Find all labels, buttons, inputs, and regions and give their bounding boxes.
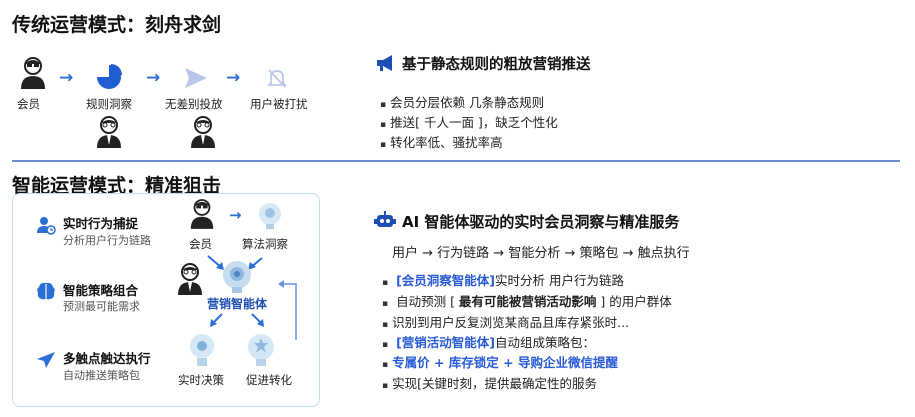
traditional-bullet: 推送[ 千人一面 ]，缺乏个性化 [380, 112, 558, 131]
smart-chain: 用户 → 行为链路 → 智能分析 → 策略包 → 触点执行 [392, 246, 690, 261]
flow-label-rule: 规则洞察 [86, 97, 132, 111]
arrow-right-icon: → [59, 68, 74, 88]
feature-title: 智能策略组合 [63, 283, 139, 298]
smart-heading: AI 智能体驱动的实时会员洞察与精准服务 [402, 213, 680, 231]
arrow-right-icon: → [229, 206, 242, 224]
diagram-convert-label: 促进转化 [246, 373, 292, 387]
flow-label-disturbed: 用户被打扰 [250, 97, 308, 111]
decision-robot-icon [187, 331, 217, 371]
smart-bullet: [会员洞察智能体]实时分析 用户行为链路 [382, 270, 624, 289]
bell-muted-icon [266, 67, 288, 93]
feature-title: 实时行为捕捉 [63, 216, 139, 231]
manager-person-icon [175, 262, 205, 300]
send-plane-icon [184, 67, 208, 93]
feature-sub: 自动推送策略包 [63, 369, 140, 382]
bullet-text: 自动组成策略包： [495, 335, 596, 350]
operator-person-icon [188, 115, 218, 153]
brain-icon [36, 281, 56, 305]
diagram-agent-label: 营销智能体 [207, 297, 268, 311]
robot-head-icon [255, 200, 285, 234]
smart-bullet: 识别到用户反复浏览某商品且库存紧张时... [382, 312, 629, 331]
traditional-title: 传统运营模式：刻舟求剑 [12, 14, 222, 36]
agent-tag: [营销活动智能体] [396, 335, 496, 350]
smart-bullet: 专属价 + 库存锁定 + 导购企业微信提醒 [382, 352, 618, 371]
agent-tag: [会员洞察智能体] [396, 273, 496, 288]
traditional-bullet: 会员分层依赖 几条静态规则 [380, 92, 544, 111]
member-person-icon [188, 198, 216, 234]
member-person-icon [18, 56, 48, 94]
traditional-bullet: 转化率低、骚扰率高 [380, 132, 503, 151]
flow-label-send: 无差别投放 [165, 97, 223, 111]
section-divider [12, 160, 900, 162]
megaphone-icon [376, 54, 396, 76]
bullet-text: 实时分析 用户行为链路 [495, 273, 625, 288]
bullet-text: ] 的用户群体 [596, 294, 672, 309]
pie-chart-icon [96, 64, 122, 94]
flow-label-member: 会员 [17, 97, 40, 111]
feature-sub: 分析用户行为链路 [63, 234, 151, 247]
bullet-text: 自动预测 [ [396, 294, 459, 309]
arrow-right-icon: → [146, 68, 161, 88]
arrow-right-icon: → [226, 68, 241, 88]
paper-plane-icon [36, 351, 56, 373]
convert-robot-icon [245, 331, 277, 371]
analyst-person-icon [94, 115, 124, 153]
feature-sub: 预测最可能需求 [63, 300, 140, 313]
feature-title: 多触点触达执行 [63, 351, 151, 366]
smart-bullet: 自动预测 [ 最有可能被营销活动影响 ] 的用户群体 [382, 291, 672, 310]
smart-bullet: [营销活动智能体]自动组成策略包： [382, 332, 595, 351]
robot-icon [374, 210, 396, 234]
traditional-heading: 基于静态规则的粗放营销推送 [402, 57, 591, 73]
smart-bullet: 实现[关键时刻，提供最确定性的服务 [382, 373, 597, 392]
user-clock-icon [36, 215, 56, 239]
ai-robot-icon [220, 258, 254, 298]
bullet-bold: 最有可能被营销活动影响 [458, 294, 597, 309]
diagram-decision-label: 实时决策 [178, 373, 224, 387]
